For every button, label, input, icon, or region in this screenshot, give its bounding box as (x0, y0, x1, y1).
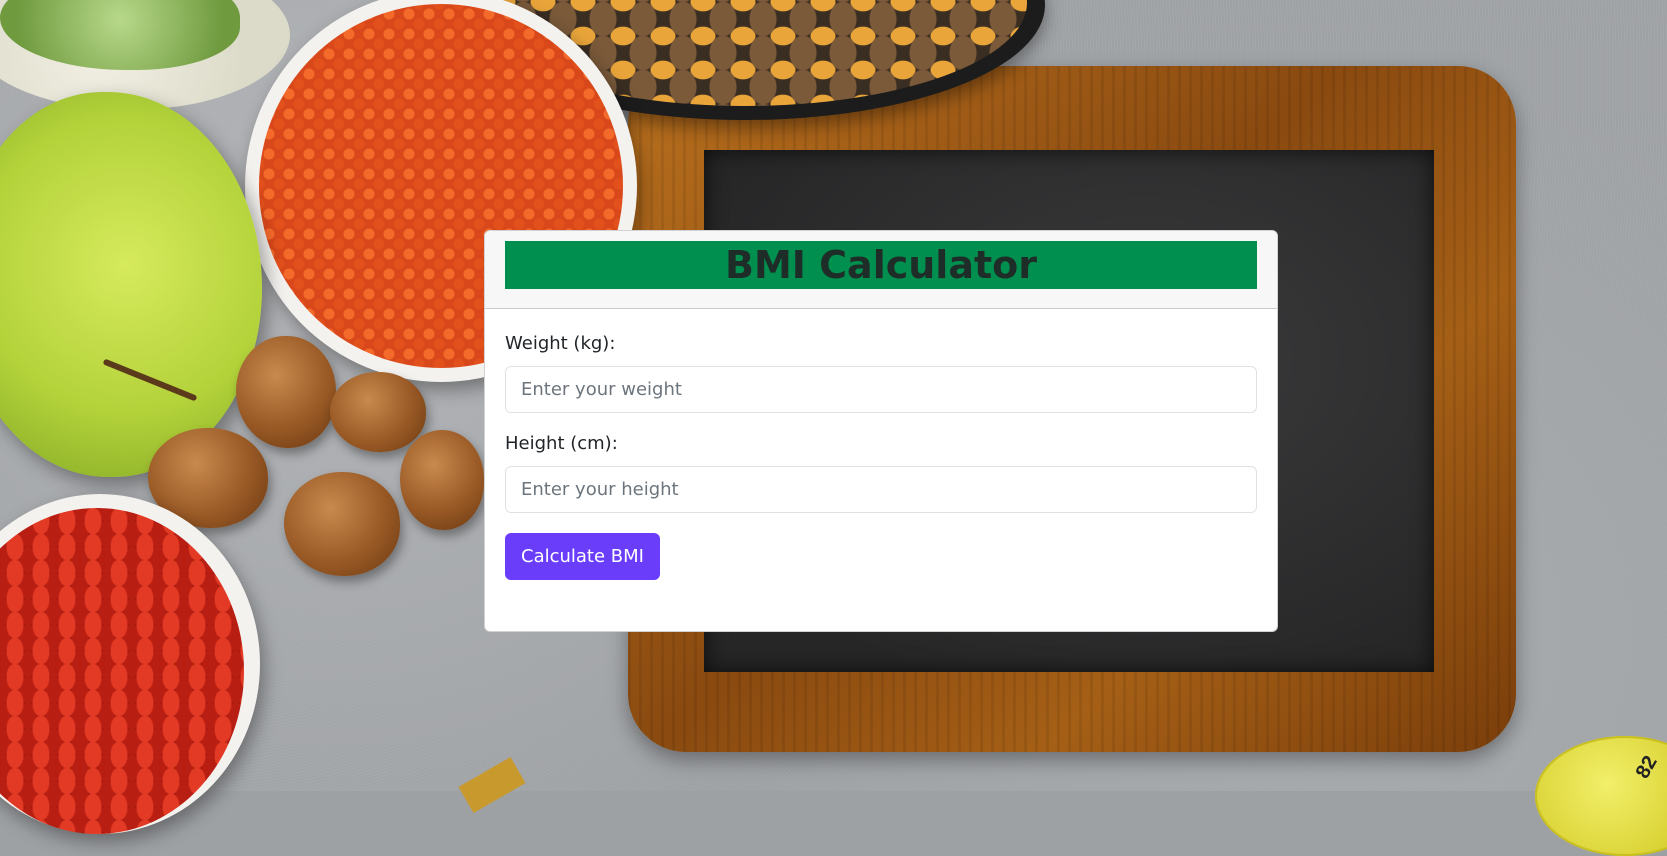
height-input[interactable] (505, 466, 1257, 513)
card-body: Weight (kg): Height (cm): Calculate BMI (485, 309, 1277, 600)
height-field-group: Height (cm): (505, 433, 1257, 513)
hazelnut-image (330, 372, 426, 452)
green-apple-image (0, 92, 262, 477)
bmi-calculator-card: BMI Calculator Weight (kg): Height (cm):… (484, 230, 1278, 632)
title-bar: BMI Calculator (505, 241, 1257, 289)
height-label: Height (cm): (505, 433, 618, 454)
hazelnut-image (284, 472, 400, 576)
weight-field-group: Weight (kg): (505, 333, 1257, 413)
weight-input[interactable] (505, 366, 1257, 413)
card-header: BMI Calculator (485, 231, 1277, 309)
ruler-image (458, 757, 526, 813)
hazelnut-image (400, 430, 484, 530)
goji-bowl-image (0, 494, 260, 834)
apple-stem-image (102, 358, 198, 402)
page-title: BMI Calculator (725, 243, 1037, 287)
weight-label: Weight (kg): (505, 333, 616, 354)
hazelnut-image (236, 336, 336, 448)
cauliflower-leaf-image (0, 0, 240, 70)
goji-berries-image (0, 508, 244, 834)
calculate-bmi-button[interactable]: Calculate BMI (505, 533, 660, 580)
cauliflower-image (0, 0, 290, 110)
